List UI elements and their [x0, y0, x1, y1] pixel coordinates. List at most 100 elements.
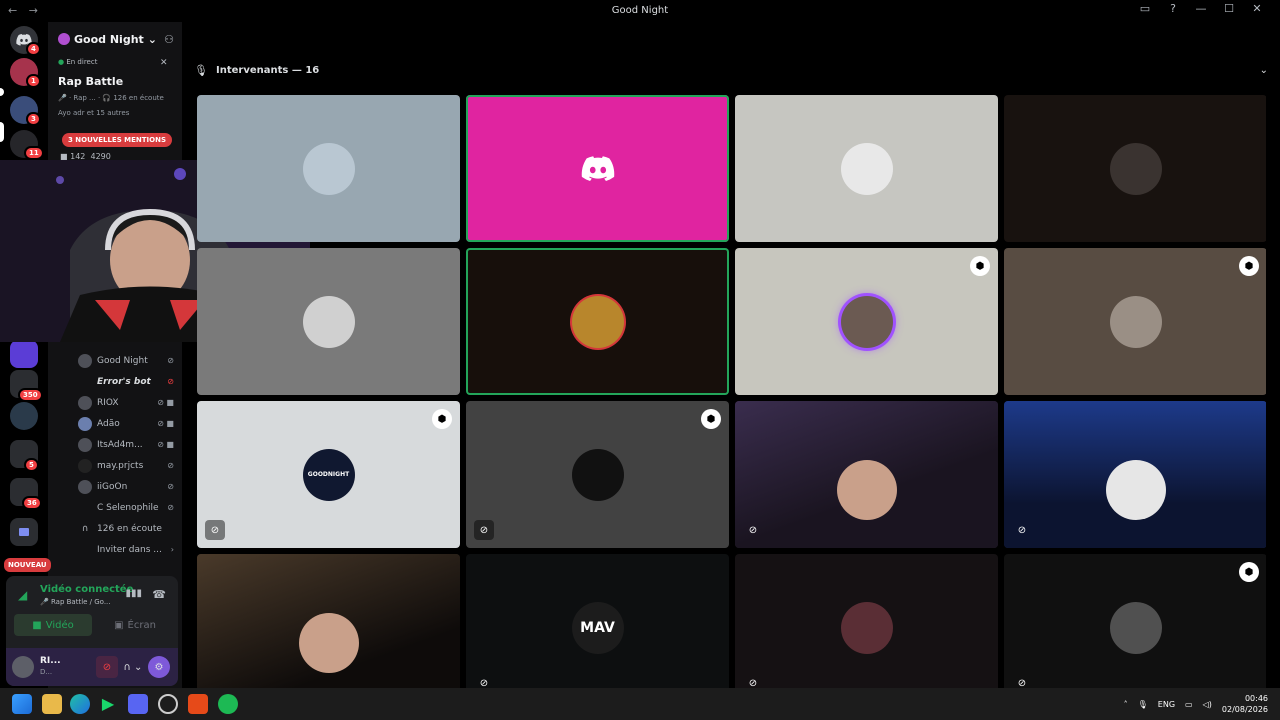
- disconnect-icon[interactable]: ☎: [152, 588, 166, 601]
- brave-icon[interactable]: [188, 694, 208, 714]
- speaker-tile[interactable]: [197, 554, 460, 688]
- camera-feed: [1004, 401, 1266, 548]
- server-folder[interactable]: 5: [10, 440, 39, 472]
- voice-user[interactable]: Error's bot ⊘: [78, 371, 178, 392]
- headphones-icon: ∩: [81, 523, 89, 534]
- file-explorer-icon[interactable]: [42, 694, 62, 714]
- spotify-icon[interactable]: [218, 694, 238, 714]
- avatar: [78, 458, 92, 473]
- mic-muted-icon: ⊘: [748, 524, 758, 536]
- server-icon[interactable]: [10, 402, 38, 430]
- avatar[interactable]: [12, 656, 34, 678]
- speaker-tile[interactable]: ⊘: [735, 554, 998, 688]
- speaker-avatar: [571, 295, 624, 348]
- speaker-avatar: [840, 295, 893, 348]
- discord-logo-icon: [572, 143, 624, 195]
- mic-off-icon: ⊘: [167, 503, 174, 512]
- discord-home-icon[interactable]: 4: [10, 26, 41, 56]
- volume-icon[interactable]: ◁): [1203, 700, 1212, 709]
- listening-count[interactable]: ∩ 126 en écoute: [78, 518, 178, 539]
- server-folder[interactable]: 350: [10, 370, 43, 402]
- help-icon[interactable]: ?: [1164, 2, 1182, 15]
- voice-user[interactable]: iiGoOn ⊘: [78, 476, 178, 497]
- signal-icon[interactable]: ◢: [18, 588, 27, 602]
- server-icon[interactable]: [10, 340, 38, 368]
- voice-user[interactable]: C Selenophile ⊘: [78, 497, 178, 518]
- inbox-icon[interactable]: ▭: [1136, 2, 1154, 15]
- voice-user-name: Good Night: [97, 355, 148, 366]
- invite-label: Inviter dans ...: [97, 544, 162, 555]
- voice-user[interactable]: Good Night ⊘: [78, 350, 178, 371]
- speaker-avatar: [302, 295, 355, 348]
- close-icon[interactable]: ✕: [160, 58, 168, 68]
- speaker-tile[interactable]: MAV ⊘: [466, 554, 729, 688]
- speaker-tile[interactable]: [466, 95, 729, 242]
- speaker-tile[interactable]: [197, 95, 460, 242]
- server-folder[interactable]: 36: [10, 478, 42, 510]
- voice-user[interactable]: may.prjcts ⊘: [78, 455, 178, 476]
- video-button[interactable]: ■ Vidéo: [14, 614, 92, 636]
- server-icon[interactable]: 11: [10, 130, 44, 160]
- speaker-tile[interactable]: [197, 248, 460, 395]
- steam-icon[interactable]: [158, 694, 178, 714]
- chevron-up-icon[interactable]: ˄: [1124, 700, 1128, 709]
- invite-row[interactable]: Inviter dans ... ›: [78, 539, 178, 560]
- mic-muted-icon: ⊘: [748, 677, 758, 689]
- speaker-tile[interactable]: ⊘: [1004, 401, 1266, 548]
- speaker-tile[interactable]: ⬢: [735, 248, 998, 395]
- speaker-tile[interactable]: ⬢ ⊘: [1004, 554, 1266, 688]
- add-member-icon[interactable]: ⚇: [164, 33, 174, 46]
- stage-header: 🎙 Intervenants — 16 ⌄: [182, 58, 1280, 82]
- speaker-tile[interactable]: GOODNIGHT ⬢ ⊘: [197, 401, 460, 548]
- server-icon[interactable]: 1: [10, 58, 41, 88]
- speaker-tile[interactable]: ⬢: [1004, 248, 1266, 395]
- voice-status[interactable]: Vidéo connectée: [40, 584, 133, 595]
- language-indicator[interactable]: ENG: [1158, 700, 1175, 709]
- close-button[interactable]: ✕: [1248, 2, 1266, 15]
- play-icon[interactable]: ▶: [98, 694, 118, 714]
- mentions-banner[interactable]: 3 NOUVELLES MENTIONS: [62, 133, 173, 147]
- mic-icon[interactable]: 🎙: [1138, 700, 1148, 709]
- headphones-icon[interactable]: ∩ ⌄: [122, 656, 144, 678]
- screen-share-button[interactable]: ▣ Écran: [98, 614, 172, 636]
- gear-icon[interactable]: ⚙: [148, 656, 170, 678]
- new-badge[interactable]: NOUVEAU: [4, 558, 51, 572]
- speaker-avatar: GOODNIGHT: [302, 448, 355, 501]
- maximize-button[interactable]: ☐: [1220, 2, 1238, 15]
- discord-taskbar-icon[interactable]: [128, 694, 148, 714]
- speaker-tile[interactable]: [466, 248, 729, 395]
- window-controls: ▭ ? — ☐ ✕: [1136, 2, 1280, 15]
- guild-header[interactable]: Good Night ⌄ ⚇: [58, 30, 174, 48]
- minimize-button[interactable]: —: [1192, 2, 1210, 15]
- voice-panel: ◢ Vidéo connectée 🎤 Rap Battle / Go... ▮…: [6, 576, 178, 686]
- chevron-down-icon[interactable]: ⌄: [1260, 65, 1268, 76]
- voice-channel[interactable]: 🎤 Rap Battle / Go...: [40, 598, 111, 606]
- voice-user[interactable]: ItsAd4m... ⊘ ■: [78, 434, 178, 455]
- voice-user[interactable]: Adão ⊘ ■: [78, 413, 178, 434]
- speaker-tile[interactable]: [1004, 95, 1266, 242]
- stage-title[interactable]: Rap Battle: [58, 75, 123, 88]
- person-silhouette: [1105, 459, 1166, 520]
- clock[interactable]: 00:46 02/08/2026: [1222, 693, 1268, 715]
- screen-label: Écran: [127, 619, 156, 631]
- time: 00:46: [1244, 694, 1268, 703]
- user-name[interactable]: RI...: [40, 656, 61, 666]
- voice-user-name: iiGoOn: [97, 481, 128, 492]
- live-label: En direct: [66, 58, 98, 66]
- badge: 11: [24, 146, 44, 160]
- server-icon[interactable]: 3: [10, 96, 41, 126]
- edge-icon[interactable]: [70, 694, 90, 714]
- mic-muted-icon[interactable]: ⊘: [96, 656, 118, 678]
- avatar: [78, 437, 92, 452]
- folder-icon[interactable]: [10, 518, 38, 546]
- speaker-tile[interactable]: [735, 95, 998, 242]
- chevron-right-icon: ›: [170, 545, 174, 554]
- speaker-tile[interactable]: ⬢ ⊘: [466, 401, 729, 548]
- soundboard-icon[interactable]: ▮▮▮: [125, 588, 142, 599]
- network-icon[interactable]: ▭: [1185, 700, 1193, 709]
- windows-start-icon[interactable]: [12, 694, 32, 714]
- voice-user[interactable]: RIOX ⊘ ■: [78, 392, 178, 413]
- mic-off-icon: ⊘: [167, 461, 174, 470]
- speaker-tile[interactable]: ⊘: [735, 401, 998, 548]
- voice-user-name: ItsAd4m...: [97, 439, 143, 450]
